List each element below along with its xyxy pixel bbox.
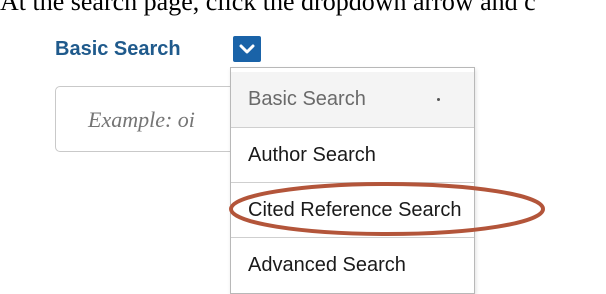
- search-type-dropdown-button[interactable]: [233, 36, 261, 62]
- menu-item-basic-search[interactable]: Basic Search: [231, 72, 474, 127]
- menu-item-label: Author Search: [248, 144, 376, 166]
- menu-item-advanced-search[interactable]: Advanced Search: [231, 237, 474, 292]
- search-input-placeholder: Example: oi: [88, 107, 195, 132]
- menu-item-cited-reference-search[interactable]: Cited Reference Search: [231, 182, 474, 237]
- menu-item-label: Advanced Search: [248, 254, 406, 276]
- chevron-down-icon: [239, 44, 255, 54]
- menu-item-label: Cited Reference Search: [248, 199, 462, 221]
- search-type-menu: Basic Search Author Search Cited Referen…: [230, 67, 475, 294]
- instruction-text: At the search page, click the dropdown a…: [0, 0, 536, 16]
- menu-item-label: Basic Search: [248, 88, 366, 110]
- search-type-label[interactable]: Basic Search: [55, 38, 181, 61]
- selected-marker-icon: [437, 98, 440, 101]
- menu-item-author-search[interactable]: Author Search: [231, 127, 474, 182]
